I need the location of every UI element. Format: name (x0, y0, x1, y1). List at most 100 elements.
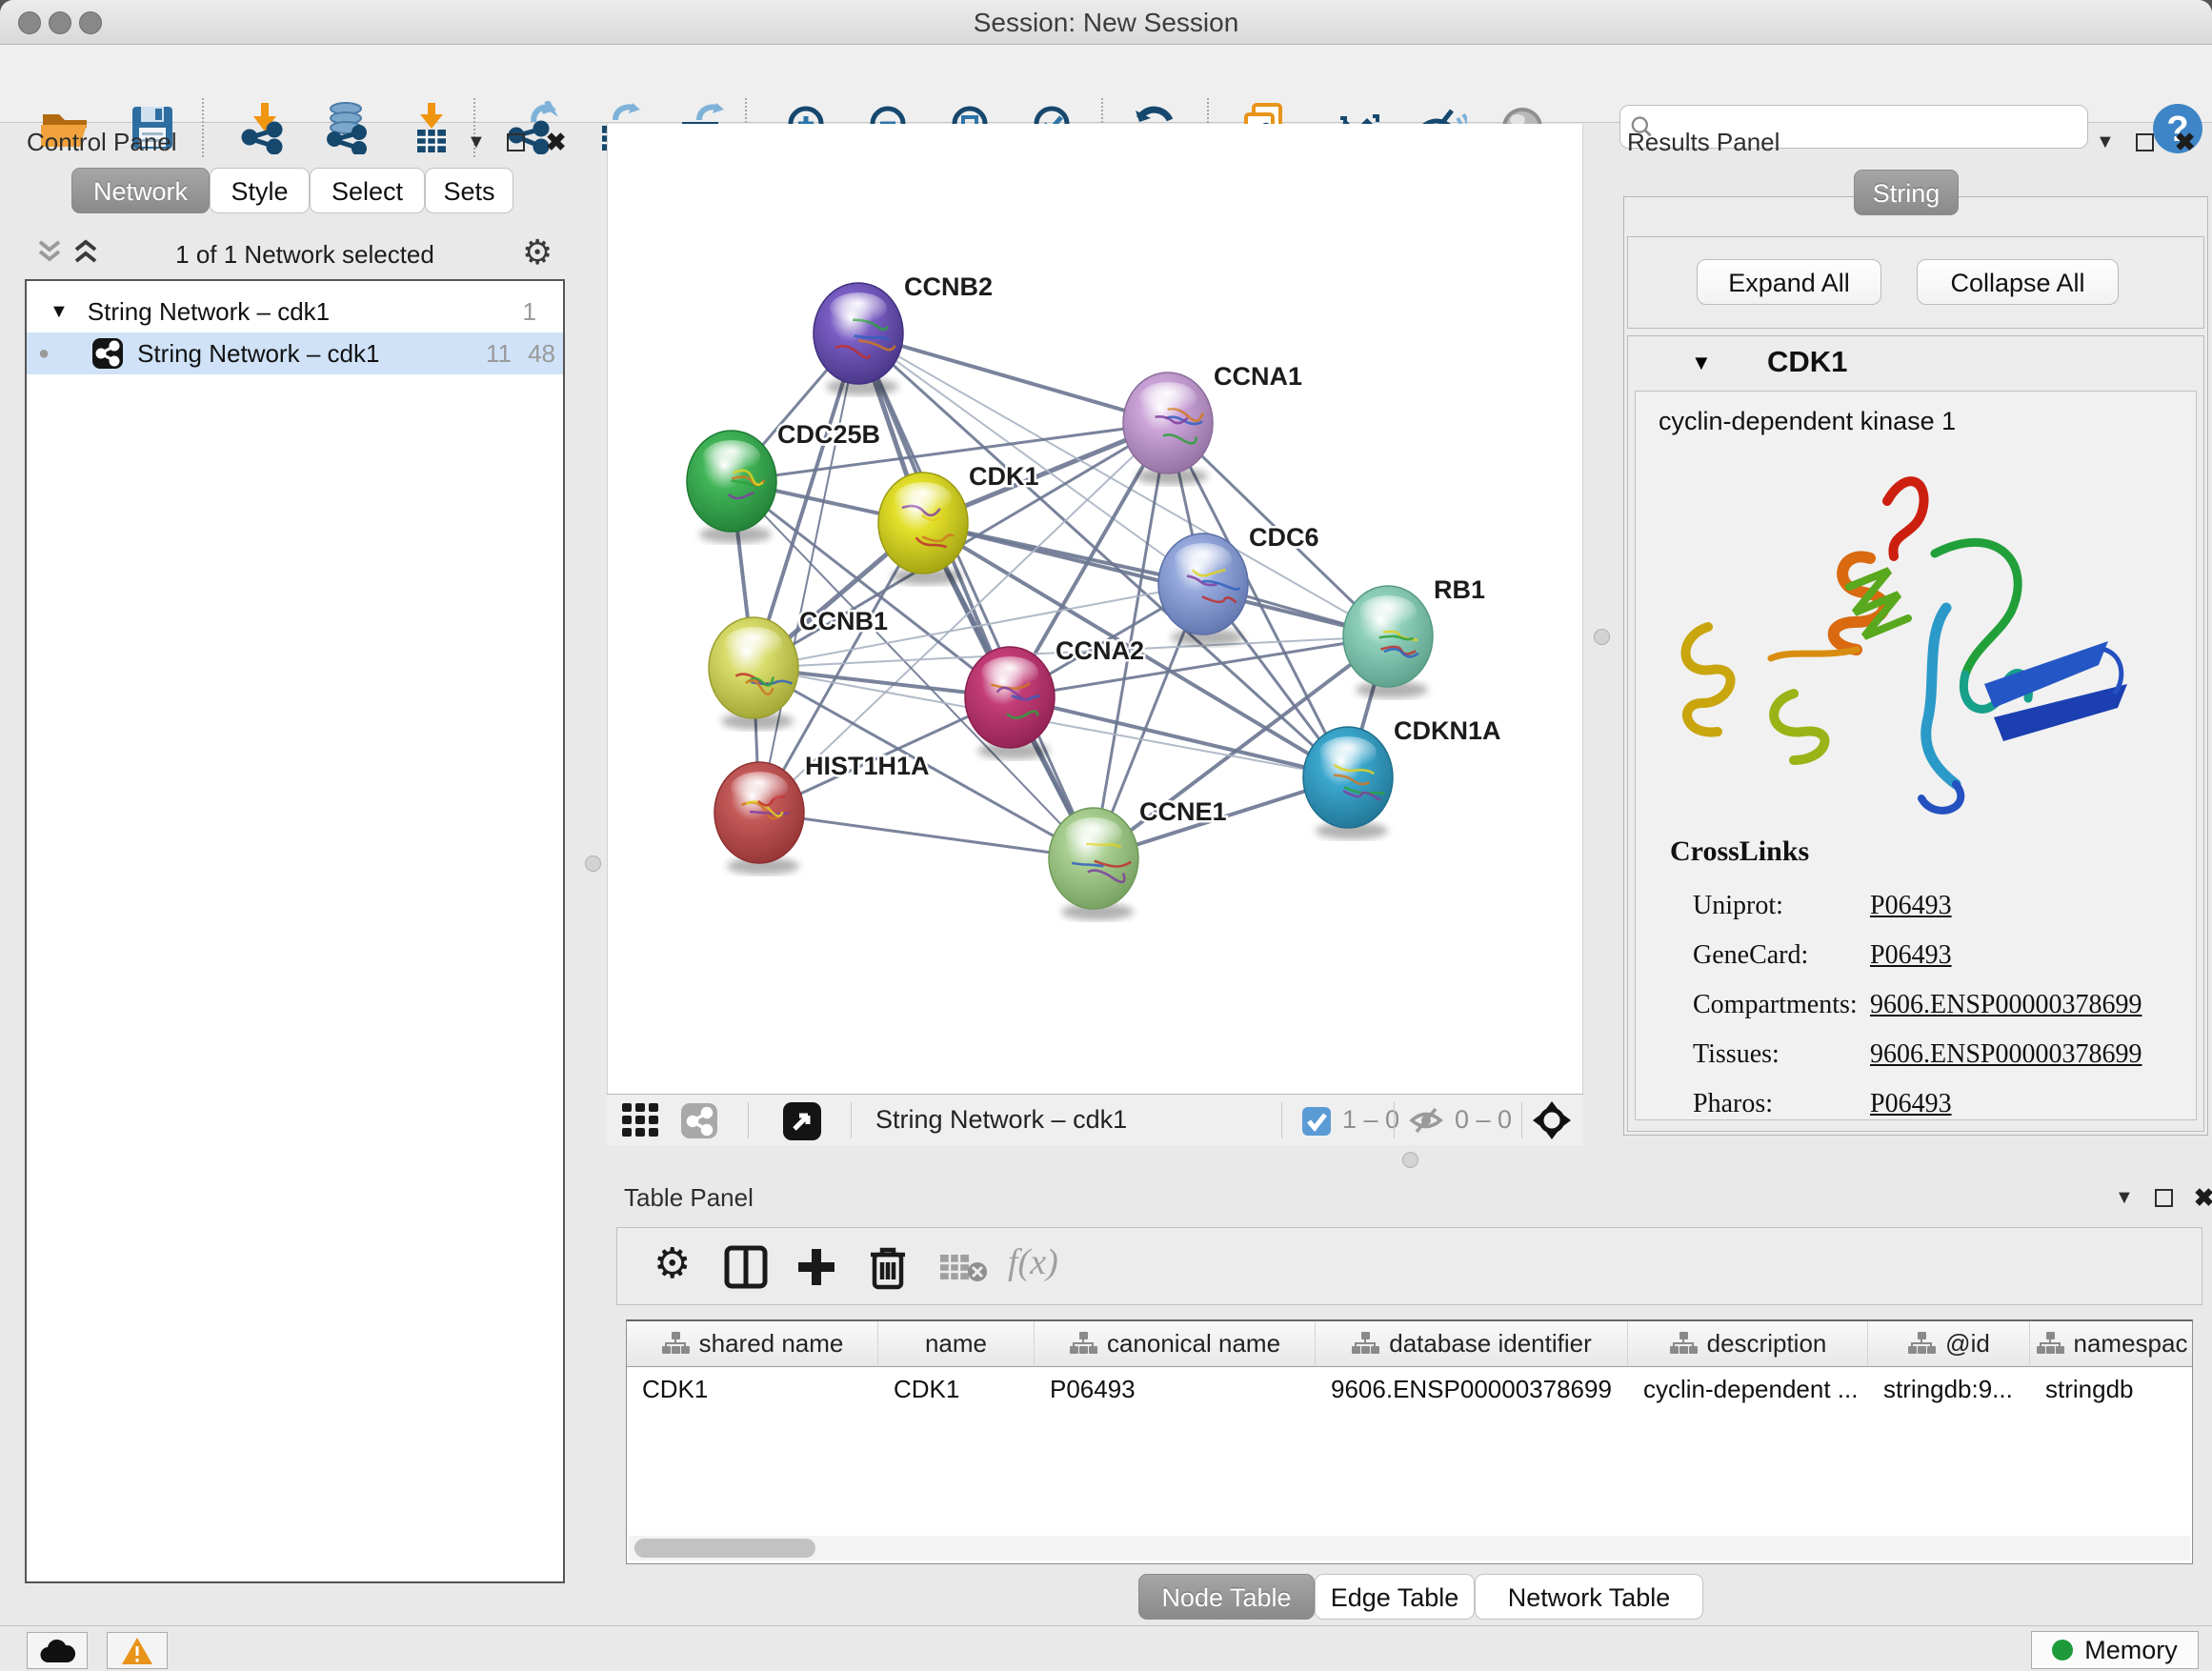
import-network-file-icon[interactable] (238, 101, 292, 154)
panel-close-icon[interactable]: ✖ (2194, 1187, 2212, 1208)
table-horizontal-scrollbar[interactable] (629, 1536, 2190, 1560)
tab-string[interactable]: String (1854, 170, 1959, 215)
node-table[interactable]: shared namenamecanonical namedatabase id… (626, 1319, 2193, 1564)
panel-menu-icon[interactable]: ▼ (2115, 1188, 2134, 1207)
collection-count: 1 (523, 297, 536, 327)
network-node-RB1[interactable]: RB1 (1343, 575, 1485, 698)
column-header-database-identifier[interactable]: database identifier (1316, 1321, 1628, 1365)
node-label-HIST1H1A: HIST1H1A (805, 752, 930, 780)
table-options-gear-icon[interactable]: ⚙ (654, 1239, 691, 1288)
toolbar-separator (1521, 1102, 1522, 1138)
network-node-CDC6[interactable]: CDC6 (1158, 523, 1319, 646)
node-label-CCNB2: CCNB2 (904, 272, 993, 301)
node-label-CDC6: CDC6 (1249, 523, 1319, 552)
tab-node-table[interactable]: Node Table (1138, 1574, 1315, 1620)
node-label-CCNB1: CCNB1 (799, 607, 888, 635)
table-cell[interactable]: CDK1 (627, 1370, 878, 1408)
hidden-node-edge-counts: 0 – 0 (1455, 1105, 1512, 1135)
table-cell[interactable]: CDK1 (878, 1370, 1035, 1408)
network-node-CCNE1[interactable]: CCNE1 (1049, 797, 1227, 920)
fit-content-crosshair-icon[interactable] (1533, 1101, 1571, 1139)
open-in-new-window-icon[interactable] (783, 1102, 821, 1140)
column-header-name[interactable]: name (878, 1321, 1035, 1365)
panel-menu-icon[interactable]: ▼ (2096, 132, 2115, 151)
panel-float-icon[interactable] (507, 133, 525, 151)
network-view-title: String Network – cdk1 (875, 1105, 1127, 1135)
network-edge-CCNB2-CCNA1[interactable] (858, 333, 1168, 423)
crosslink-genecard-link[interactable]: P06493 (1870, 940, 1952, 971)
column-header-namespac[interactable]: namespac (2030, 1321, 2193, 1365)
expand-all-tree-icon[interactable] (70, 238, 103, 267)
vertical-splitter-handle[interactable] (1594, 629, 1610, 645)
horizontal-splitter-handle[interactable] (1402, 1152, 1418, 1168)
network-node-CCNA2[interactable]: CCNA2 (965, 636, 1144, 759)
scrollbar-thumb[interactable] (634, 1539, 815, 1558)
network-node-HIST1H1A[interactable]: HIST1H1A (714, 752, 930, 875)
column-header-canonical-name[interactable]: canonical name (1035, 1321, 1316, 1365)
tab-network[interactable]: Network (71, 168, 210, 213)
table-cell[interactable]: stringdb (2030, 1370, 2193, 1408)
network-graph[interactable]: CCNB2CCNA1CDC25BCDK1CDC6RB1CCNB1CCNA2CDK… (608, 124, 1582, 1092)
network-edge-CCNB2-HIST1H1A[interactable] (759, 333, 858, 813)
show-columns-icon[interactable] (724, 1245, 768, 1289)
panel-float-icon[interactable] (2136, 133, 2154, 151)
selected-checkbox-icon[interactable] (1302, 1107, 1331, 1136)
network-node-CDK1[interactable]: CDK1 (878, 462, 1039, 585)
table-cell[interactable]: cyclin-dependent ... (1628, 1370, 1868, 1408)
crosslink-pharos-link[interactable]: P06493 (1870, 1089, 1952, 1119)
cloud-status-button[interactable] (27, 1632, 88, 1669)
collapse-all-tree-icon[interactable] (34, 238, 67, 267)
tab-style[interactable]: Style (210, 168, 310, 213)
network-edge-HIST1H1A-CCNE1[interactable] (759, 813, 1094, 858)
network-tree-root-row[interactable]: ▼ String Network – cdk1 1 (27, 291, 563, 332)
table-toolbar: ⚙ f(x) (616, 1227, 2202, 1305)
column-header-shared-name[interactable]: shared name (627, 1321, 878, 1365)
function-builder-icon: f(x) (1008, 1241, 1058, 1283)
expand-all-button[interactable]: Expand All (1697, 259, 1881, 305)
collapse-all-button[interactable]: Collapse All (1917, 259, 2119, 305)
vertical-splitter-handle[interactable] (585, 856, 601, 872)
panel-close-icon[interactable]: ✖ (546, 131, 567, 152)
tab-sets[interactable]: Sets (425, 168, 513, 213)
results-panel-controls: ▼ ✖ (2096, 131, 2196, 152)
panel-float-icon[interactable] (2155, 1189, 2173, 1207)
tab-edge-table[interactable]: Edge Table (1315, 1574, 1475, 1620)
crosslink-uniprot-link[interactable]: P06493 (1870, 891, 1952, 921)
column-header-@id[interactable]: @id (1868, 1321, 2030, 1365)
network-tree-child-row[interactable]: ● String Network – cdk1 11 48 (27, 332, 563, 374)
memory-button[interactable]: Memory (2031, 1631, 2199, 1669)
network-tree: ▼ String Network – cdk1 1 ● String Netwo… (25, 279, 565, 1583)
delete-column-trash-icon[interactable] (867, 1243, 909, 1291)
main-toolbar: ? (0, 45, 2212, 123)
column-header-description[interactable]: description (1628, 1321, 1868, 1365)
birds-eye-view-icon[interactable] (622, 1103, 662, 1137)
network-status-dot-icon: ● (38, 343, 50, 365)
table-cell[interactable]: P06493 (1035, 1370, 1316, 1408)
create-column-plus-icon[interactable] (794, 1245, 838, 1289)
panel-menu-icon[interactable]: ▼ (467, 132, 486, 151)
network-canvas[interactable]: CCNB2CCNA1CDC25BCDK1CDC6RB1CCNB1CCNA2CDK… (607, 124, 1583, 1094)
crosslink-tissues-link[interactable]: 9606.ENSP00000378699 (1870, 1039, 2142, 1070)
node-label-RB1: RB1 (1434, 575, 1485, 604)
network-node-CDKN1A[interactable]: CDKN1A (1303, 716, 1501, 839)
network-node-CCNB2[interactable]: CCNB2 (814, 272, 993, 395)
crosslink-compartments-link[interactable]: 9606.ENSP00000378699 (1870, 990, 2142, 1020)
title-bar: Session: New Session (0, 0, 2212, 45)
section-expander-icon[interactable]: ▼ (1691, 351, 1712, 375)
panel-close-icon[interactable]: ✖ (2175, 131, 2196, 152)
string-panel-icon[interactable] (681, 1103, 719, 1139)
crosslinks-list: Uniprot:P06493GeneCard:P06493Compartment… (1636, 868, 2196, 1116)
warnings-button[interactable] (107, 1632, 168, 1669)
tab-select[interactable]: Select (310, 168, 425, 213)
network-options-gear-icon[interactable]: ⚙ (522, 232, 553, 272)
import-table-icon[interactable] (404, 101, 457, 154)
import-network-database-icon[interactable] (321, 101, 374, 154)
tab-network-table[interactable]: Network Table (1475, 1574, 1703, 1620)
edge-count: 48 (528, 339, 555, 369)
memory-label: Memory (2084, 1636, 2178, 1665)
tree-expander-icon[interactable]: ▼ (50, 301, 69, 323)
table-cell[interactable]: stringdb:9... (1868, 1370, 2030, 1408)
table-panel-title: Table Panel (624, 1183, 754, 1213)
table-cell[interactable]: 9606.ENSP00000378699 (1316, 1370, 1628, 1408)
network-node-CDC25B[interactable]: CDC25B (687, 420, 880, 543)
